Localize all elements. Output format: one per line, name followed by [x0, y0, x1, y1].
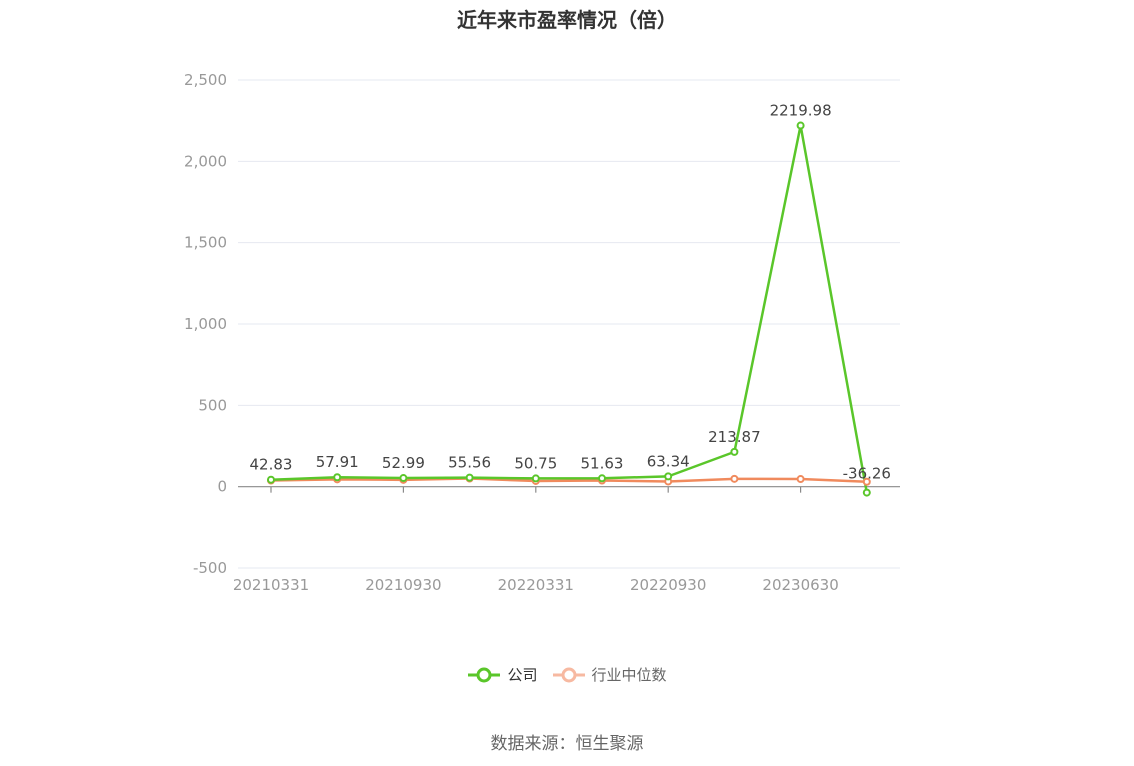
x-tick-label: 20230630	[762, 576, 838, 594]
data-point-series-0[interactable]	[796, 121, 805, 130]
line-chart: 2,5002,0001,5001,0005000-500 20210331 202…	[184, 71, 900, 594]
legend: 公司 行业中位数	[0, 664, 1134, 685]
y-tick-label: 2,500	[184, 71, 227, 89]
data-point-series-1[interactable]	[730, 474, 739, 483]
data-label: 63.34	[647, 452, 690, 470]
legend-marker-company-icon	[468, 667, 501, 682]
y-tick-label: 500	[198, 396, 227, 414]
series-points	[267, 121, 871, 497]
y-tick-label: 1,000	[184, 315, 227, 333]
data-label: 55.56	[448, 454, 491, 472]
legend-item-company[interactable]: 公司	[467, 664, 538, 685]
gridlines	[238, 79, 900, 569]
y-axis-tick-labels: 2,500 2,000 1,500 1,000 500 0 -500	[184, 71, 227, 577]
y-tick-label: -500	[193, 559, 227, 577]
data-point-series-0[interactable]	[598, 474, 606, 483]
data-label: -36.26	[843, 465, 891, 483]
x-axis	[238, 486, 900, 493]
data-label: 42.83	[250, 456, 293, 474]
legend-label-industry-median: 行业中位数	[591, 666, 667, 684]
data-label: 51.63	[581, 454, 624, 472]
y-tick-label: 1,500	[184, 234, 227, 252]
data-point-series-0[interactable]	[267, 475, 275, 484]
x-tick-label: 20220331	[498, 576, 574, 594]
data-label: 2219.98	[770, 102, 832, 120]
legend-label-company: 公司	[507, 666, 538, 684]
series-lines	[270, 124, 869, 493]
data-point-series-0[interactable]	[399, 474, 408, 483]
x-axis-tick-labels: 20210331 20210930 20220331 20220930 20230630	[233, 576, 839, 594]
y-tick-label: 2,000	[184, 152, 227, 170]
data-label: 213.87	[708, 428, 761, 446]
data-point-series-0[interactable]	[730, 447, 739, 456]
data-label: 52.99	[382, 454, 425, 472]
data-point-series-0[interactable]	[531, 474, 540, 483]
data-source-note: 数据来源：恒生聚源	[490, 734, 644, 754]
x-tick-label: 20220930	[630, 576, 706, 594]
data-label: 57.91	[316, 453, 359, 471]
data-label: 50.75	[514, 454, 557, 472]
x-tick-label: 20210331	[233, 576, 309, 594]
data-point-series-0[interactable]	[664, 472, 673, 481]
data-point-series-0[interactable]	[333, 473, 342, 482]
data-point-series-0[interactable]	[465, 473, 474, 482]
series-line-0	[270, 124, 869, 493]
legend-marker-industry-median-icon	[552, 667, 585, 682]
x-tick-label: 20210930	[365, 576, 441, 594]
data-point-series-1[interactable]	[796, 475, 805, 484]
data-point-series-0[interactable]	[862, 488, 871, 497]
legend-item-industry-median[interactable]: 行业中位数	[552, 664, 667, 685]
y-tick-label: 0	[217, 478, 227, 496]
